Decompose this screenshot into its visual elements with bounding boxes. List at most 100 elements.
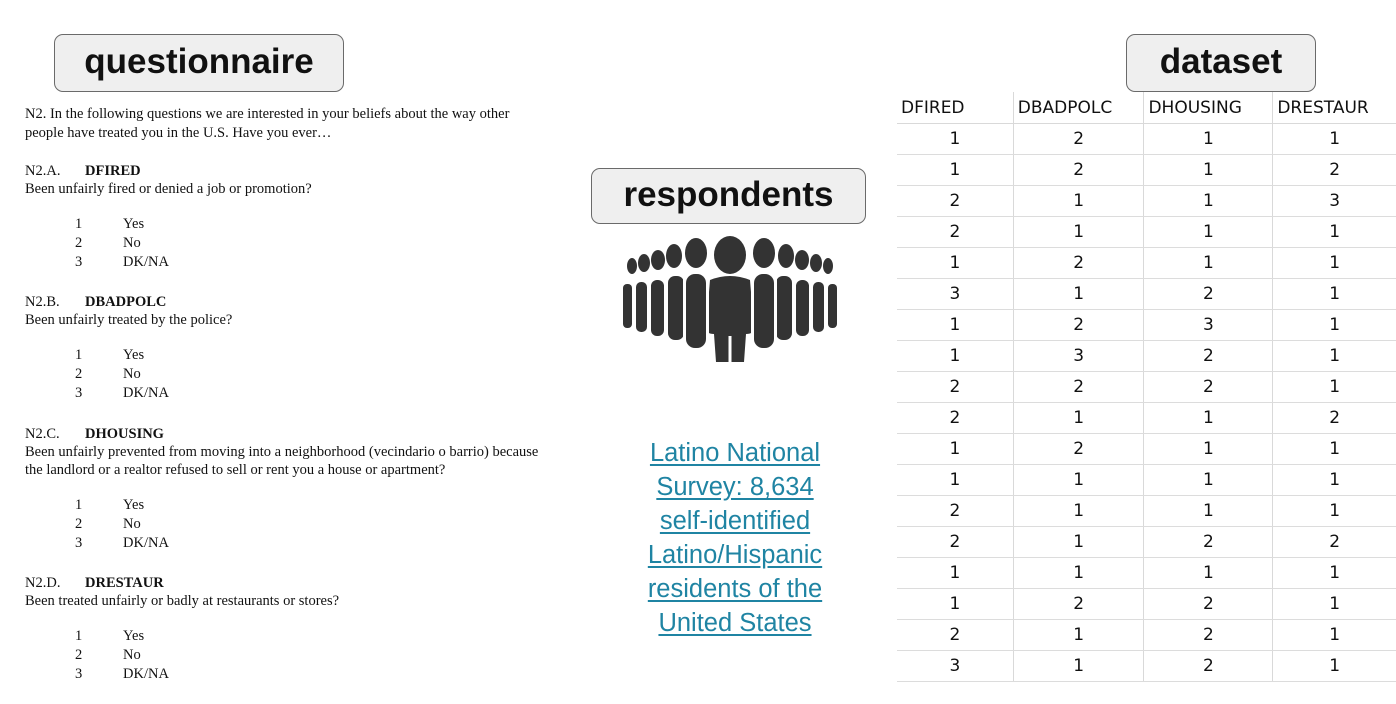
table-cell: 2	[897, 216, 1014, 248]
question-variable: DRESTAUR	[85, 575, 164, 591]
table-row: 2122	[897, 526, 1396, 558]
table-row: 1212	[897, 154, 1396, 186]
survey-description-link[interactable]: Latino National Survey: 8,634 self-ident…	[620, 436, 850, 640]
table-cell: 1	[1012, 619, 1144, 651]
question-text-line: the landlord or a realtor refused to sel…	[25, 462, 446, 478]
answer-option: 2 No	[75, 366, 141, 382]
table-cell: 1	[897, 123, 1014, 155]
table-cell: 1	[1012, 185, 1144, 217]
column-header: DRESTAUR	[1272, 92, 1396, 124]
dataset-label: dataset	[1126, 34, 1316, 92]
table-cell: 3	[1143, 309, 1273, 341]
table-row: 2111	[897, 495, 1396, 527]
intro-line: N2. In the following questions we are in…	[25, 106, 510, 122]
question-variable: DBADPOLC	[85, 294, 167, 310]
table-cell: 1	[1272, 340, 1396, 372]
question-code: N2.D.	[25, 575, 61, 591]
table-cell: 1	[1143, 433, 1273, 465]
table-row: 2111	[897, 216, 1396, 248]
table-cell: 2	[1012, 247, 1144, 279]
table-row: 1111	[897, 557, 1396, 589]
answer-options: 1 Yes 2 No 3 DK/NA	[75, 346, 232, 403]
table-cell: 1	[1272, 433, 1396, 465]
answer-option: 1 Yes	[75, 628, 145, 644]
table-cell: 1	[1272, 371, 1396, 403]
question-text: Been unfairly prevented from moving into…	[25, 443, 538, 479]
questionnaire-label: questionnaire	[54, 34, 344, 92]
table-cell: 1	[1143, 123, 1273, 155]
table-cell: 1	[1143, 154, 1273, 186]
description-line: Survey: 8,634	[656, 473, 814, 501]
table-row: 1211	[897, 433, 1396, 465]
table-cell: 2	[897, 402, 1014, 434]
description-line: United States	[658, 609, 812, 637]
table-cell: 2	[1143, 588, 1273, 620]
question-dfired: N2.A. DFIRED Been unfairly fired or denie…	[25, 162, 312, 272]
table-cell: 2	[1272, 154, 1396, 186]
table-cell: 1	[1012, 216, 1144, 248]
table-cell: 1	[1272, 278, 1396, 310]
answer-option: 2 No	[75, 235, 141, 251]
question-dbadpolc: N2.B. DBADPOLC Been unfairly treated by t…	[25, 293, 232, 403]
question-intro: N2. In the following questions we are in…	[25, 105, 509, 143]
table-cell: 2	[1272, 526, 1396, 558]
table-cell: 1	[1012, 557, 1144, 589]
question-code: N2.C.	[25, 426, 60, 442]
table-row: 3121	[897, 650, 1396, 682]
table-cell: 1	[1272, 247, 1396, 279]
description-line: residents of the	[647, 575, 823, 603]
answer-options: 1 Yes 2 No 3 DK/NA	[75, 627, 339, 684]
table-row: 2113	[897, 185, 1396, 217]
table-cell: 2	[897, 619, 1014, 651]
table-header-row: DFIRED DBADPOLC DHOUSING DRESTAUR	[897, 92, 1396, 124]
dataset-table: DFIRED DBADPOLC DHOUSING DRESTAUR 121112…	[897, 92, 1396, 682]
table-cell: 3	[1272, 185, 1396, 217]
answer-option: 3 DK/NA	[75, 535, 169, 551]
question-dhousing: N2.C. DHOUSING Been unfairly prevented fr…	[25, 425, 538, 553]
table-cell: 1	[1012, 402, 1144, 434]
table-cell: 1	[1012, 464, 1144, 496]
table-cell: 1	[1272, 216, 1396, 248]
table-cell: 1	[1143, 247, 1273, 279]
description-line: Latino National	[649, 439, 821, 467]
question-text-line: Been unfairly prevented from moving into…	[25, 444, 539, 460]
table-cell: 1	[897, 340, 1014, 372]
table-cell: 3	[897, 650, 1014, 682]
table-cell: 1	[1143, 402, 1273, 434]
table-cell: 1	[1272, 650, 1396, 682]
table-cell: 1	[1012, 278, 1144, 310]
table-cell: 1	[1012, 526, 1144, 558]
table-cell: 1	[1143, 495, 1273, 527]
table-cell: 2	[1012, 123, 1144, 155]
column-header: DBADPOLC	[1012, 92, 1144, 124]
question-code: N2.A.	[25, 163, 61, 179]
table-cell: 1	[897, 588, 1014, 620]
table-cell: 1	[1143, 185, 1273, 217]
table-row: 2221	[897, 371, 1396, 403]
answer-option: 3 DK/NA	[75, 385, 169, 401]
table-cell: 3	[897, 278, 1014, 310]
intro-line: people have treated you in the U.S. Have…	[25, 125, 332, 141]
table-row: 1211	[897, 247, 1396, 279]
table-row: 1321	[897, 340, 1396, 372]
question-variable: DHOUSING	[85, 426, 164, 442]
table-cell: 1	[1143, 464, 1273, 496]
column-header: DFIRED	[897, 92, 1014, 124]
table-cell: 1	[897, 154, 1014, 186]
table-row: 1221	[897, 588, 1396, 620]
table-cell: 2	[1143, 371, 1273, 403]
answer-option: 1 Yes	[75, 216, 145, 232]
table-cell: 1	[897, 557, 1014, 589]
table-row: 1231	[897, 309, 1396, 341]
table-cell: 1	[1272, 619, 1396, 651]
table-row: 1111	[897, 464, 1396, 496]
question-text: Been unfairly treated by the police?	[25, 312, 233, 328]
table-cell: 1	[1143, 216, 1273, 248]
table-cell: 1	[1272, 309, 1396, 341]
crowd-of-people-icon	[622, 236, 838, 362]
question-code: N2.B.	[25, 294, 60, 310]
question-text: Been treated unfairly or badly at restau…	[25, 593, 340, 609]
answer-option: 3 DK/NA	[75, 666, 169, 682]
column-header: DHOUSING	[1143, 92, 1273, 124]
table-cell: 1	[897, 433, 1014, 465]
